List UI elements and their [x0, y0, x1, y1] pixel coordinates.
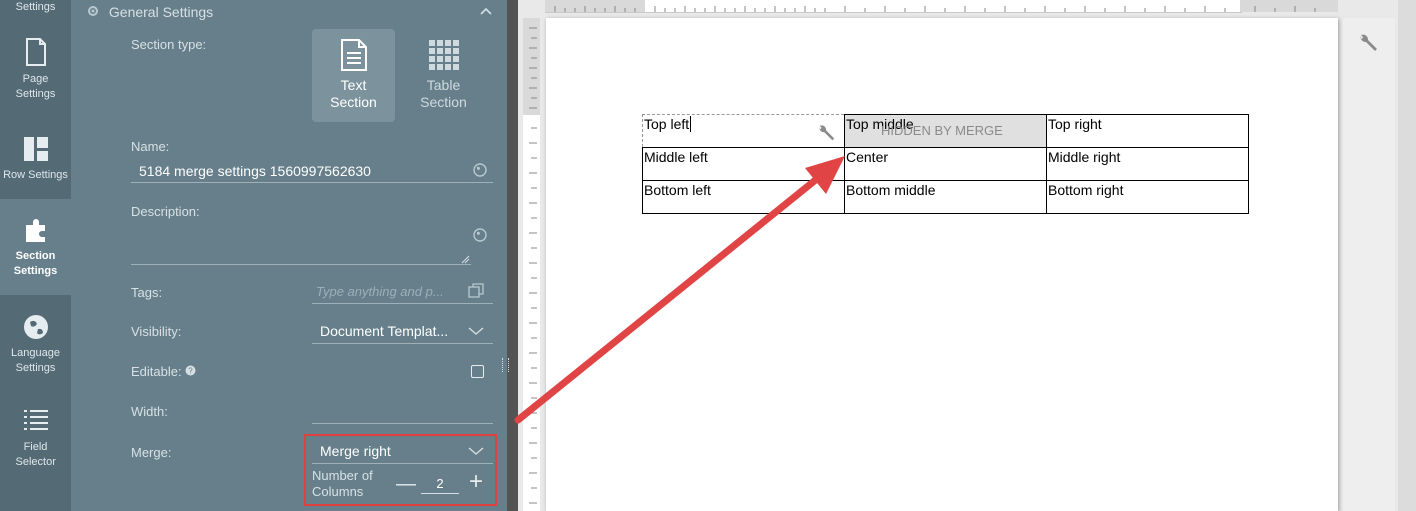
text-cursor — [690, 116, 692, 132]
nav-section-settings-label: Section Settings — [13, 250, 58, 277]
tags-label: Tags: — [131, 285, 163, 300]
vertical-scrollbar[interactable] — [1398, 0, 1416, 511]
text-section-option[interactable]: Text Section — [312, 29, 395, 122]
globe-icon — [23, 315, 48, 339]
cell-text: Top left — [644, 116, 690, 132]
table-cell-top-right[interactable]: Top right — [1046, 114, 1249, 148]
width-underline — [312, 423, 493, 424]
right-tool-panel — [1343, 18, 1395, 511]
row-layout-icon — [23, 137, 48, 161]
cell-text: Bottom right — [1048, 182, 1124, 198]
table-cell-center[interactable]: Center — [844, 147, 1047, 181]
nav-page-settings[interactable]: Page Settings — [0, 38, 71, 118]
annotation-arrow — [514, 156, 845, 424]
table-cell-bottom-middle[interactable]: Bottom middle — [844, 180, 1047, 214]
cell-text: Middle right — [1048, 149, 1121, 165]
list-icon — [23, 410, 48, 430]
nav-field-selector-label: Field Selector — [15, 441, 56, 468]
nav-row-settings[interactable]: Row Settings — [0, 136, 71, 198]
help-icon[interactable]: ? — [185, 365, 196, 376]
chevron-down-icon[interactable] — [468, 325, 484, 337]
table-grid-icon — [428, 40, 459, 70]
nav-language-settings-label: Language Settings — [11, 347, 60, 374]
chevron-up-icon[interactable] — [479, 4, 493, 18]
gear-icon — [88, 6, 98, 16]
editable-label: Editable: ? — [131, 364, 196, 379]
globe-icon[interactable] — [473, 228, 487, 242]
hidden-by-merge-label: HIDDEN BY MERGE — [881, 123, 1003, 138]
name-underline — [131, 182, 493, 183]
merge-highlight-box — [304, 434, 497, 506]
merge-label: Merge: — [131, 445, 172, 460]
nav-section-settings[interactable]: Section Settings — [0, 199, 71, 295]
description-label: Description: — [131, 204, 200, 219]
nav-row-settings-label: Row Settings — [3, 169, 68, 181]
name-input[interactable]: 5184 merge settings 1560997562630 — [139, 163, 371, 179]
globe-icon[interactable] — [473, 163, 487, 177]
table-cell-middle-right[interactable]: Middle right — [1046, 147, 1249, 181]
copy-icon[interactable] — [468, 283, 484, 299]
text-section-label: Text Section — [330, 77, 377, 110]
wrench-icon[interactable] — [1357, 32, 1379, 54]
tags-input[interactable]: Type anything and p... — [316, 284, 444, 299]
width-input[interactable] — [312, 400, 493, 422]
puzzle-icon — [25, 219, 45, 242]
nav-field-selector[interactable]: Field Selector — [0, 408, 71, 482]
section-type-label: Section type: — [131, 37, 207, 52]
table-section-label: Table Section — [420, 77, 467, 110]
cell-text: Top right — [1048, 116, 1102, 132]
visibility-select[interactable]: Document Templat... — [320, 323, 448, 339]
table-cell-bottom-right[interactable]: Bottom right — [1046, 180, 1249, 214]
nav-settings-label: Settings — [15, 1, 56, 13]
panel-header[interactable]: General Settings — [87, 4, 213, 20]
name-label: Name: — [131, 139, 170, 154]
svg-text:?: ? — [188, 367, 193, 376]
tags-underline — [312, 303, 493, 304]
description-textarea[interactable] — [131, 222, 471, 264]
table-section-option[interactable]: Table Section — [402, 29, 485, 122]
visibility-label: Visibility: — [131, 324, 182, 339]
editable-label-text: Editable: — [131, 364, 182, 379]
table-cell-top-middle[interactable]: Top middle HIDDEN BY MERGE — [844, 114, 1047, 148]
nav-language-settings[interactable]: Language Settings — [0, 314, 71, 384]
nav-settings[interactable]: Settings — [0, 0, 71, 16]
left-nav: Settings Page Settings Row Settings Sect… — [0, 0, 71, 511]
description-underline — [131, 264, 471, 265]
resize-handle-icon[interactable] — [461, 255, 470, 264]
page-icon — [25, 38, 46, 66]
visibility-underline — [312, 343, 493, 344]
width-label: Width: — [131, 404, 168, 419]
text-document-icon — [340, 39, 367, 71]
nav-page-settings-label: Page Settings — [15, 73, 56, 100]
editable-checkbox[interactable] — [471, 365, 484, 378]
horizontal-ruler-ticks — [554, 6, 1316, 12]
panel-header-title: General Settings — [108, 4, 214, 20]
